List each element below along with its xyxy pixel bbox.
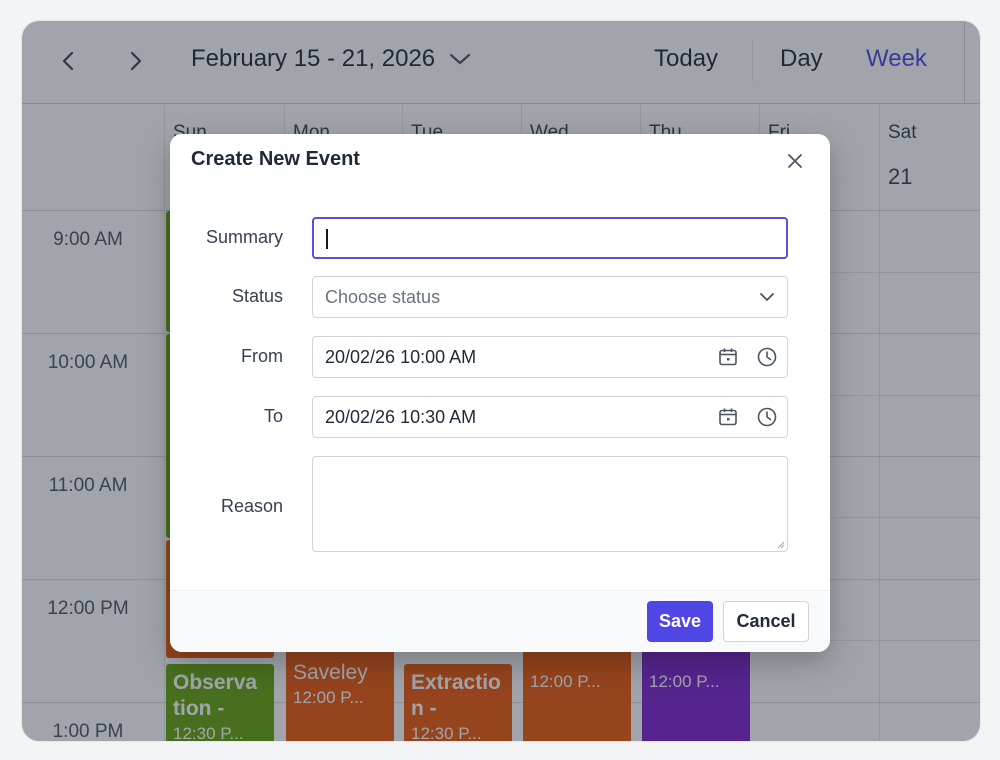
summary-input[interactable]	[312, 217, 788, 259]
calendar-icon[interactable]	[717, 346, 739, 368]
create-event-dialog: Create New Event Summary Status Choose s…	[170, 134, 830, 652]
text-caret	[326, 229, 328, 249]
clock-icon[interactable]	[756, 406, 778, 428]
close-button[interactable]	[782, 148, 808, 174]
resize-handle-icon[interactable]	[775, 539, 785, 549]
status-label: Status	[231, 286, 283, 306]
status-placeholder: Choose status	[325, 287, 441, 307]
to-label: To	[263, 406, 283, 426]
to-value: 20/02/26 10:30 AM	[325, 407, 477, 427]
clock-icon[interactable]	[756, 346, 778, 368]
chevron-down-icon	[760, 293, 774, 301]
save-button[interactable]: Save	[647, 601, 713, 642]
close-icon	[788, 154, 802, 168]
dialog-footer: Save Cancel	[170, 590, 830, 652]
from-label: From	[241, 346, 283, 366]
cancel-button[interactable]: Cancel	[723, 601, 809, 642]
reason-label: Reason	[220, 496, 283, 516]
from-datetime-input[interactable]: 20/02/26 10:00 AM	[312, 336, 788, 378]
summary-label: Summary	[205, 227, 283, 247]
status-select[interactable]: Choose status	[312, 276, 788, 318]
dialog-title: Create New Event	[191, 148, 360, 170]
reason-textarea[interactable]	[312, 456, 788, 552]
calendar-icon[interactable]	[717, 406, 739, 428]
to-datetime-input[interactable]: 20/02/26 10:30 AM	[312, 396, 788, 438]
from-value: 20/02/26 10:00 AM	[325, 347, 477, 367]
